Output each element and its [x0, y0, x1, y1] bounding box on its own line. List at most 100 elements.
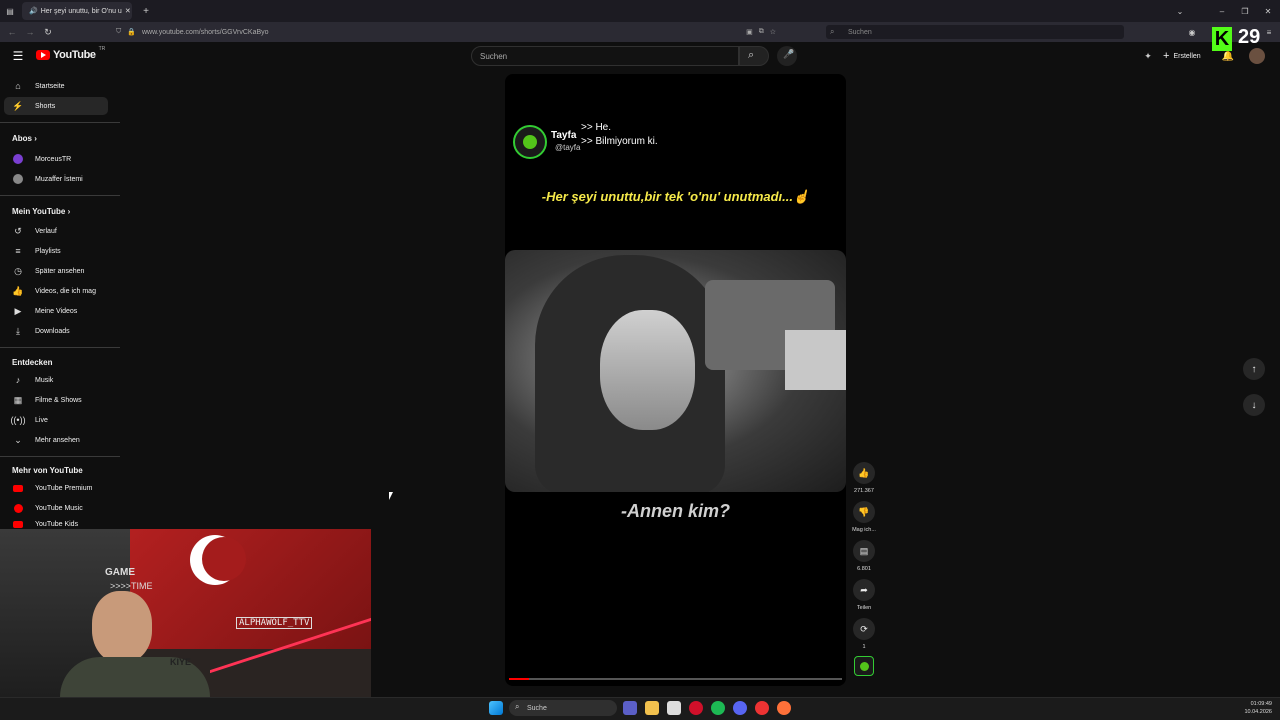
bookmark-star-icon[interactable]: ☆ — [770, 28, 776, 36]
more-from-youtube-heading: Mehr von YouTube — [12, 466, 83, 475]
sidebar-item-playlists[interactable]: ≡ Playlists — [4, 242, 108, 260]
forward-icon[interactable]: → — [24, 25, 36, 39]
sidebar-item-live[interactable]: ((•)) Live — [4, 411, 108, 429]
remix-button[interactable]: ⟳ — [853, 618, 875, 640]
sidebar-item-label: Musik — [35, 376, 54, 384]
share-button[interactable]: ➦ — [853, 579, 875, 601]
sidebar-item-morceustr[interactable]: MorceusTR — [4, 150, 108, 168]
youtube-logo[interactable]: YouTube TR — [36, 46, 106, 61]
subscriptions-heading[interactable]: Abos › — [12, 134, 37, 143]
like-count: 271.367 — [854, 488, 874, 494]
channel-avatar-icon — [11, 154, 25, 164]
previous-short-button[interactable]: ↑ — [1243, 358, 1265, 380]
hamburger-menu-icon[interactable]: ☰ — [11, 49, 25, 63]
next-short-button[interactable]: ↓ — [1243, 394, 1265, 416]
video-icon: ▶ — [14, 305, 22, 316]
opera-gx-icon[interactable] — [755, 701, 769, 715]
opera-icon[interactable] — [689, 701, 703, 715]
reader-view-icon[interactable]: ▣ — [746, 28, 753, 36]
avatar[interactable] — [1249, 48, 1265, 64]
logo-country: TR — [98, 46, 106, 52]
new-tab-icon[interactable]: + — [140, 4, 152, 18]
window-close-icon[interactable]: ✕ — [1262, 4, 1274, 18]
discord-icon[interactable] — [733, 701, 747, 715]
back-icon[interactable]: ← — [6, 25, 18, 39]
lock-icon[interactable]: 🔒 — [127, 28, 136, 36]
account-icon[interactable]: ◉ — [1187, 25, 1197, 39]
tab-list-icon[interactable]: ⌄ — [1174, 4, 1186, 18]
sidebar-item-kids[interactable]: YouTube Kids — [4, 519, 108, 529]
history-icon: ↺ — [14, 225, 22, 236]
sidebar-item-downloads[interactable]: ⤓ Downloads — [4, 322, 108, 340]
sidebar-item-history[interactable]: ↺ Verlauf — [4, 222, 108, 240]
restore-icon[interactable]: ❐ — [1239, 4, 1251, 18]
shorts-player[interactable]: Tayfa @tayfa >> He. >> Bilmiyorum ki. -H… — [505, 74, 846, 686]
sidebar-item-shorts[interactable]: ⚡ Shorts — [4, 97, 108, 115]
dislike-button[interactable]: 👎 — [853, 501, 875, 523]
teams-icon[interactable] — [623, 701, 637, 715]
browser-search-field[interactable]: ⌕ Suchen — [826, 25, 1124, 39]
taskbar-search-label: Suche — [527, 704, 547, 712]
sidebar-item-home[interactable]: ⌂ Startseite — [4, 77, 108, 95]
subtitle-line-2: >> Bilmiyorum ki. — [581, 136, 658, 147]
search-engine-icon[interactable]: ⌕ — [830, 27, 834, 37]
store-icon[interactable] — [667, 701, 681, 715]
sound-channel-button[interactable] — [854, 656, 874, 676]
search-button[interactable]: ⌕ — [739, 46, 769, 66]
sidebar-toggle-icon[interactable]: ▤ — [4, 5, 16, 17]
sidebar-item-liked[interactable]: 👍 Videos, die ich mag — [4, 282, 108, 300]
home-icon: ⌂ — [15, 81, 21, 91]
taskbar-clock[interactable]: 01:09:49 10.04.2026 — [1236, 700, 1272, 716]
taskbar-search[interactable]: ⌕ Suche — [509, 700, 617, 716]
progress-track[interactable] — [509, 678, 842, 680]
shield-icon[interactable]: ⛉ — [116, 28, 121, 36]
comment-count: 6.801 — [857, 566, 871, 572]
tab-close-icon[interactable]: ✕ — [125, 7, 131, 15]
browser-tab[interactable]: 🔊 Her şeyi unuttu, bir O'nu u ✕ — [22, 2, 132, 20]
audio-icon[interactable]: 🔊 — [29, 7, 38, 15]
reload-icon[interactable]: ↻ — [42, 25, 54, 39]
shirt-text: KIYE — [170, 657, 192, 667]
clock-date: 10.04.2026 — [1244, 709, 1272, 715]
film-icon: ▦ — [13, 394, 23, 405]
logo-text: YouTube — [53, 49, 96, 61]
search-placeholder: Suchen — [480, 51, 508, 61]
streamer-face — [92, 591, 152, 663]
like-button[interactable]: 👍 — [853, 462, 875, 484]
caption-bottom: -Annen kim? — [620, 501, 730, 521]
sidebar-item-my-videos[interactable]: ▶ Meine Videos — [4, 302, 108, 320]
sidebar-item-label: YouTube Music — [35, 504, 83, 512]
firefox-icon[interactable] — [777, 701, 791, 715]
sidebar-item-premium[interactable]: YouTube Premium — [4, 479, 108, 497]
spotify-icon[interactable] — [711, 701, 725, 715]
cast-icon[interactable]: ✦ — [1142, 50, 1154, 62]
menu-icon[interactable]: ≡ — [1264, 25, 1274, 39]
sidebar-item-show-more[interactable]: ⌄ Mehr ansehen — [4, 431, 108, 449]
subtitle-line-1: >> He. — [581, 122, 612, 133]
screenshot-icon[interactable]: ⧉ — [759, 28, 764, 36]
windows-start-icon[interactable] — [489, 701, 503, 715]
sidebar-item-music[interactable]: ♪ Musik — [4, 371, 108, 389]
you-heading[interactable]: Mein YouTube › — [12, 207, 70, 216]
bell-icon[interactable]: 🔔 — [1221, 49, 1235, 63]
sidebar-item-label: YouTube Kids — [35, 521, 79, 528]
subscriptions-heading-label: Abos — [12, 134, 32, 143]
address-field[interactable]: ⛉ 🔒 www.youtube.com/shorts/GGVrvCKaByo ▣… — [116, 25, 776, 39]
explore-heading: Entdecken — [12, 358, 53, 367]
sidebar-item-watch-later[interactable]: ◷ Später ansehen — [4, 262, 108, 280]
sidebar-divider — [0, 195, 120, 196]
wall-text-game: GAME — [105, 567, 135, 578]
create-button[interactable]: + Erstellen — [1163, 49, 1201, 63]
arrow-down-icon: ↓ — [1251, 399, 1257, 411]
sidebar-item-films[interactable]: ▦ Filme & Shows — [4, 391, 108, 409]
minimize-icon[interactable]: – — [1216, 4, 1228, 18]
sidebar-item-muzaffer[interactable]: Muzaffer İstemi — [4, 170, 108, 188]
search-input[interactable]: Suchen — [471, 46, 739, 66]
voice-search-button[interactable]: 🎤 — [777, 46, 797, 66]
background-cabinet — [785, 330, 846, 390]
comments-button[interactable]: ▤ — [853, 540, 875, 562]
like-icon: 👍 — [12, 285, 24, 296]
sidebar-item-label: Videos, die ich mag — [35, 287, 96, 295]
file-explorer-icon[interactable] — [645, 701, 659, 715]
sidebar-item-music-app[interactable]: YouTube Music — [4, 499, 108, 517]
